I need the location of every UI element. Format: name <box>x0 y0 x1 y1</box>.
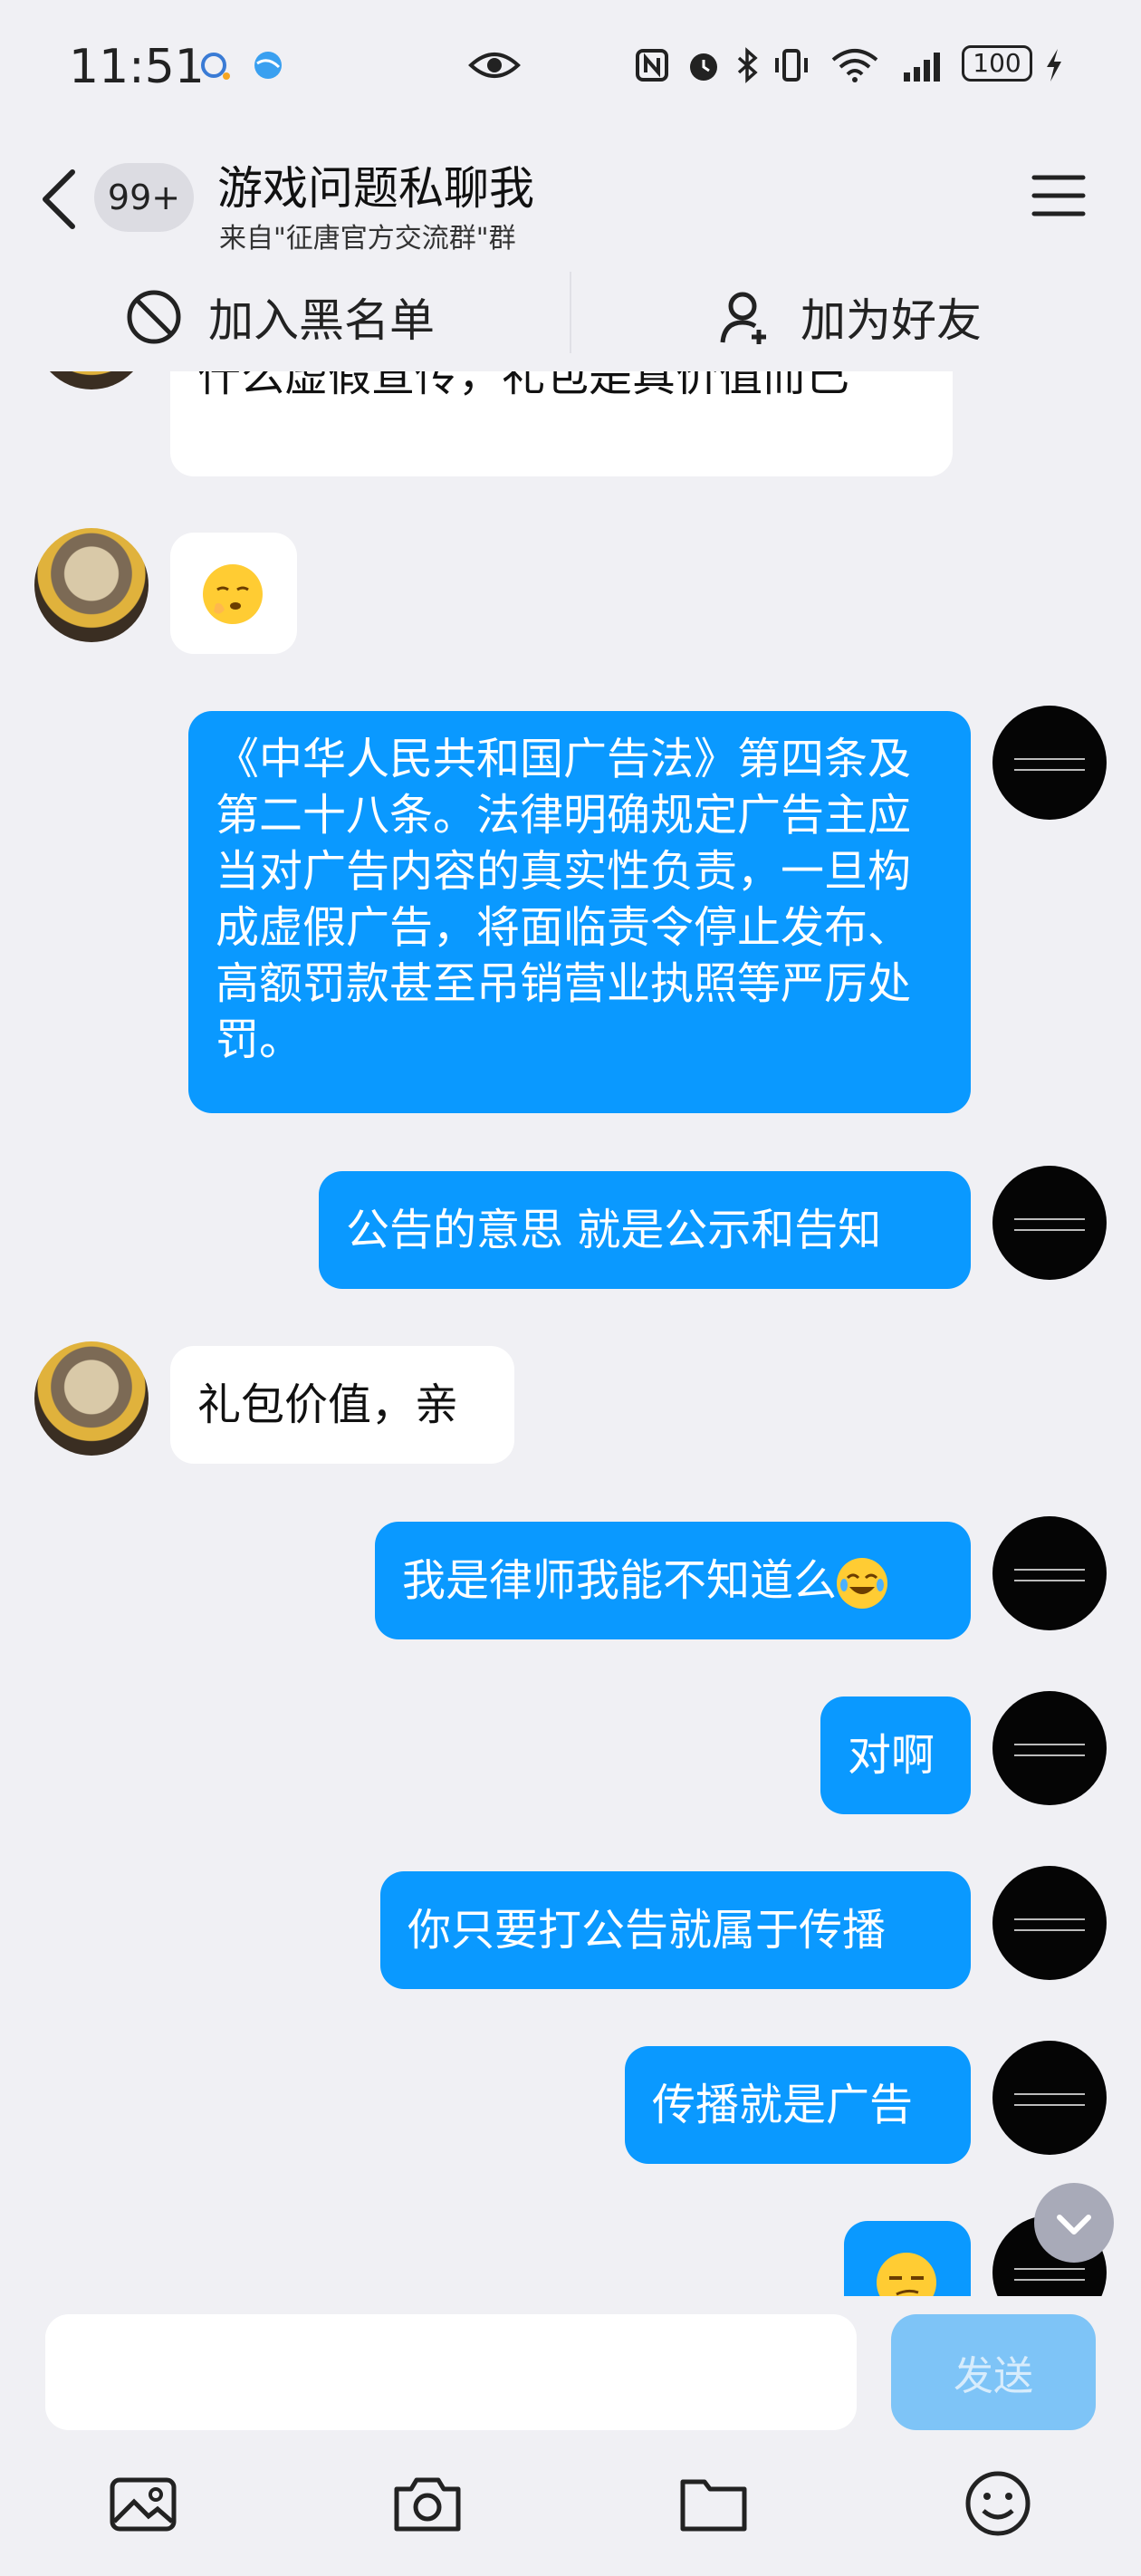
unread-count-badge[interactable]: 99+ <box>94 163 194 232</box>
message-bubble-outgoing[interactable]: 《中华人民共和国广告法》第四条及第二十八条。法律明确规定广告主应当对广告内容的真… <box>188 711 971 1113</box>
message-text: 传播就是广告 <box>652 2080 914 2130</box>
message-bubble-outgoing[interactable]: 你只要打公告就属于传播 <box>380 1871 971 1989</box>
alarm-icon <box>690 53 717 81</box>
chevron-down-icon <box>1057 2215 1091 2235</box>
message-text: 我是律师我能不知道么 <box>402 1555 838 1606</box>
message-text: 公告的意思 就是公示和告知 <box>346 1205 882 1255</box>
wifi-icon <box>831 49 878 82</box>
camera-icon[interactable] <box>391 2467 464 2540</box>
battery-level: 100 <box>973 48 1021 78</box>
battery-icon: 100 <box>962 45 1032 82</box>
folder-icon[interactable] <box>677 2467 750 2540</box>
image-icon[interactable] <box>107 2467 179 2540</box>
message-bubble-incoming[interactable] <box>170 533 297 654</box>
action-divider <box>570 272 571 353</box>
emoji-icon[interactable] <box>962 2467 1034 2540</box>
message-input[interactable] <box>45 2314 857 2430</box>
notification-icon <box>201 53 230 80</box>
blacklist-label: 加入黑名单 <box>208 294 435 347</box>
smirk-face-icon <box>877 2253 936 2296</box>
my-avatar[interactable] <box>992 1516 1107 1630</box>
input-bar: 发送 <box>0 2296 1141 2430</box>
message-text: 《中华人民共和国广告法》第四条及第二十八条。法律明确规定广告主应当对广告内容的真… <box>216 734 912 1065</box>
sleepy-face-icon <box>203 564 263 624</box>
block-icon <box>127 290 181 344</box>
message-bubble-outgoing[interactable]: 公告的意思 就是公示和告知 <box>319 1171 971 1289</box>
back-arrow-icon[interactable] <box>36 165 82 234</box>
message-text: 你只要打公告就属于传播 <box>408 1905 887 1956</box>
chat-area[interactable]: 什么虚假宣传，礼包是真价值而已 《中华人民共和国广告法》第四条及第二十八条。法律… <box>0 371 1141 2296</box>
add-friend-label: 加为好友 <box>801 294 982 347</box>
vibrate-icon <box>775 49 808 82</box>
my-avatar[interactable] <box>992 1866 1107 1980</box>
message-bubble-outgoing[interactable]: 对啊 <box>820 1697 971 1814</box>
laughing-face-icon <box>837 1558 888 1609</box>
message-bubble-outgoing[interactable] <box>844 2221 971 2296</box>
status-time: 11:51 <box>69 40 205 94</box>
message-text: 什么虚假宣传，礼包是真价值而已 <box>197 371 850 401</box>
message-text: 礼包价值，亲 <box>197 1379 459 1430</box>
message-text: 对啊 <box>848 1730 935 1781</box>
bottom-toolbar <box>0 2437 1141 2576</box>
contact-avatar[interactable] <box>34 528 149 642</box>
title-bar: 99+ 游戏问题私聊我 来自"征唐官方交流群"群 <box>0 136 1141 263</box>
bluetooth-icon <box>737 47 758 83</box>
nfc-icon <box>636 49 668 82</box>
add-friend-button[interactable]: 加为好友 <box>717 263 982 371</box>
message-bubble-incoming[interactable]: 礼包价值，亲 <box>170 1346 514 1464</box>
blacklist-button[interactable]: 加入黑名单 <box>125 263 435 371</box>
menu-icon[interactable] <box>1031 172 1087 219</box>
message-bubble-outgoing[interactable]: 我是律师我能不知道么 <box>375 1522 971 1639</box>
browser-icon <box>254 52 282 79</box>
status-bar: 11:51 100 <box>0 0 1141 136</box>
signal-icon <box>904 53 940 82</box>
contact-avatar[interactable] <box>34 371 149 389</box>
charging-icon <box>1047 49 1061 82</box>
contact-avatar[interactable] <box>34 1341 149 1456</box>
my-avatar[interactable] <box>992 706 1107 820</box>
send-button[interactable]: 发送 <box>891 2314 1096 2430</box>
my-avatar[interactable] <box>992 1691 1107 1805</box>
add-friend-icon <box>720 292 766 344</box>
chat-title: 游戏问题私聊我 <box>217 162 534 215</box>
chat-subtitle: 来自"征唐官方交流群"群 <box>219 223 516 255</box>
message-bubble-incoming[interactable]: 什么虚假宣传，礼包是真价值而已 <box>170 371 953 476</box>
scroll-to-bottom-button[interactable] <box>1034 2183 1114 2263</box>
my-avatar[interactable] <box>992 2041 1107 2155</box>
my-avatar[interactable] <box>992 1166 1107 1280</box>
message-bubble-outgoing[interactable]: 传播就是广告 <box>625 2046 971 2164</box>
eye-icon <box>468 53 521 78</box>
